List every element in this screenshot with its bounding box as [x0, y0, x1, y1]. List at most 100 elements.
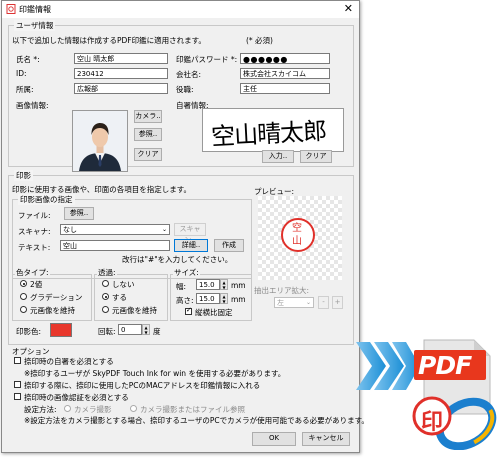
opt-image-auth-label: 捺印時の画像認証を必須とする: [24, 393, 129, 402]
color-radio-original[interactable]: [20, 306, 27, 313]
color-opt-gradient: グラデーション: [30, 293, 83, 302]
skypdf-logo: PDF 印: [410, 338, 498, 450]
transp-opt-yes: する: [112, 293, 127, 302]
position-label: 役職:: [176, 85, 194, 94]
rotation-label: 回転:: [98, 327, 116, 336]
method-radio-camera-or-file[interactable]: [130, 405, 137, 412]
chevron-down-icon: ⌄: [305, 299, 311, 306]
company-field[interactable]: 株式会社スカイコム: [240, 68, 330, 79]
rotation-spinner[interactable]: ▲ ▼: [142, 324, 150, 335]
dialog-body: ユーザ情報 以下で追加した情報は作成するPDF印鑑に適用されます。 (* 必須)…: [2, 18, 369, 452]
opt-signature-note: ※捺印するユーザが SkyPDF Touch Ink for win を使用する…: [24, 369, 286, 378]
close-icon[interactable]: ✕: [344, 2, 353, 15]
title-bar: 印鑑情報 ✕: [2, 1, 359, 18]
signature-clear-button[interactable]: クリア: [300, 150, 332, 163]
transp-radio-yes[interactable]: [102, 293, 109, 300]
seal-text-field[interactable]: 空山: [60, 240, 170, 251]
id-label: ID:: [16, 69, 27, 78]
person-photo-icon: [73, 111, 127, 171]
scanner-select[interactable]: なし ⌄: [60, 224, 170, 235]
width-field[interactable]: 15.0: [196, 279, 220, 290]
aspect-lock-checkbox[interactable]: [185, 306, 192, 315]
aspect-lock-label: 縦横比固定: [195, 308, 233, 317]
dept-label: 所属:: [16, 85, 34, 94]
opt-signature-required-label: 捺印時の自署を必須とする: [24, 357, 114, 366]
scanner-value: なし: [63, 226, 77, 234]
opt-signature-required-checkbox[interactable]: [14, 357, 21, 364]
password-label: 印鑑パスワード *:: [176, 55, 238, 64]
preview-seal-stamp: 空山: [281, 218, 315, 252]
seal-spec-caption: 印影画像の指定: [18, 194, 75, 205]
transparency-label: 透過:: [97, 267, 117, 278]
transp-radio-original[interactable]: [102, 306, 109, 313]
user-info-caption: ユーザ情報: [14, 20, 56, 31]
required-note: (* 必須): [246, 36, 273, 45]
company-label: 会社名:: [176, 70, 202, 79]
position-field[interactable]: 主任: [240, 83, 330, 94]
create-button[interactable]: 作成: [214, 239, 244, 252]
password-field[interactable]: ●●●●●●: [240, 53, 330, 64]
seal-color-swatch[interactable]: [50, 323, 72, 337]
image-info-label: 画像情報:: [16, 101, 49, 110]
ok-button[interactable]: OK: [252, 432, 296, 446]
rotation-unit: 度: [153, 327, 161, 336]
color-opt-original: 元画像を維持: [30, 306, 75, 315]
size-label: サイズ:: [173, 267, 200, 278]
name-label: 氏名 *:: [16, 55, 40, 64]
newline-note: 改行は"#"を入力してください。: [122, 255, 233, 264]
user-info-instruction: 以下で追加した情報は作成するPDF印鑑に適用されます。: [12, 36, 206, 45]
seal-color-label: 印影色:: [16, 327, 42, 336]
opt-mac-address-label: 捺印する際に、捺印に使用したPCのMACアドレスを印鑑情報に入れる: [24, 381, 261, 390]
detail-button[interactable]: 詳細..: [174, 239, 208, 252]
seal-logo-char: 印: [421, 409, 444, 435]
opt-image-auth-note: ※設定方法をカメラ撮影とする場合、捺印するユーザのPCでカメラが使用可能である必…: [24, 416, 369, 425]
color-radio-binary[interactable]: [20, 280, 27, 287]
height-label: 高さ:: [176, 296, 194, 305]
extract-area-label: 抽出エリア拡大:: [254, 286, 310, 295]
rotation-field[interactable]: 0: [118, 324, 142, 335]
opt-mac-address-checkbox[interactable]: [14, 381, 21, 388]
cancel-button[interactable]: キャンセル: [302, 432, 350, 446]
clear-image-button[interactable]: クリア: [134, 148, 162, 161]
file-label: ファイル:: [18, 211, 51, 220]
method-label: 設定方法:: [24, 405, 57, 414]
pdf-logo-text: PDF: [418, 351, 472, 380]
user-photo: [72, 110, 128, 172]
name-field[interactable]: 空山 晴太郎: [74, 53, 168, 64]
height-spinner[interactable]: ▲ ▼: [220, 293, 228, 304]
method-opt-camera-or-file: カメラ撮影またはファイル参照: [140, 405, 245, 414]
seal-caption: 印影: [14, 170, 33, 181]
height-unit: mm: [231, 295, 246, 304]
text-label: テキスト:: [18, 243, 51, 252]
extract-plus-button[interactable]: +: [332, 296, 343, 309]
transp-radio-none[interactable]: [102, 280, 109, 287]
chevron-down-icon: ⌄: [161, 226, 167, 233]
dept-field[interactable]: 広報部: [74, 83, 168, 94]
window-title: 印鑑情報: [19, 5, 51, 14]
extract-minus-button[interactable]: -: [318, 296, 329, 309]
extract-area-value: 左: [277, 299, 284, 307]
extract-area-select[interactable]: 左 ⌄: [274, 297, 314, 308]
opt-image-auth-checkbox[interactable]: [14, 393, 21, 400]
scan-button[interactable]: スキャン..: [174, 223, 206, 244]
browse-image-button[interactable]: 参照..: [134, 128, 162, 141]
width-spinner[interactable]: ▲ ▼: [220, 279, 228, 290]
camera-button[interactable]: カメラ..: [134, 110, 162, 123]
file-browse-button[interactable]: 参照..: [64, 207, 94, 220]
height-field[interactable]: 15.0: [196, 293, 220, 304]
width-unit: mm: [231, 281, 246, 290]
transp-opt-original: 元画像を維持: [112, 306, 157, 315]
signature-input-button[interactable]: 入力..: [262, 150, 294, 163]
scanner-label: スキャナ:: [18, 227, 51, 236]
color-opt-binary: 2値: [30, 280, 43, 289]
signature-box: 空山晴太郎: [202, 108, 344, 152]
color-radio-gradient[interactable]: [20, 293, 27, 300]
color-type-label: 色タイプ:: [15, 267, 50, 278]
signature-text: 空山晴太郎: [210, 117, 327, 151]
method-opt-camera: カメラ撮影: [74, 405, 112, 414]
method-radio-camera[interactable]: [64, 405, 71, 412]
seal-info-dialog: 印鑑情報 ✕ ユーザ情報 以下で追加した情報は作成するPDF印鑑に適用されます。…: [1, 0, 369, 453]
preview-seal-text: 空山: [292, 223, 302, 247]
id-field[interactable]: 230412: [74, 68, 168, 79]
app-icon: [6, 4, 16, 14]
